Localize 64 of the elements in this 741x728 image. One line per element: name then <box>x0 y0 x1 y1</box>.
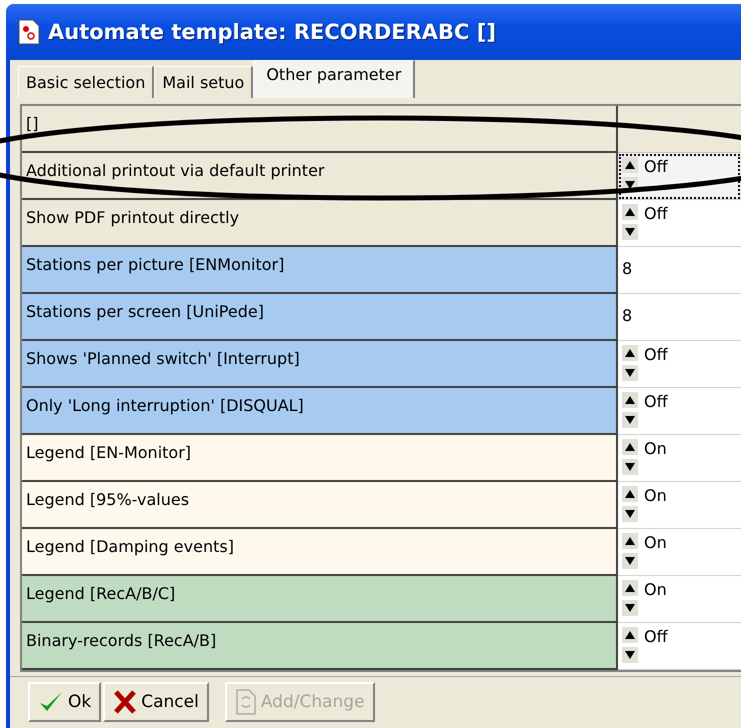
spin-down-button[interactable] <box>622 224 638 240</box>
up-triangle-icon <box>625 208 635 216</box>
spin-down-button[interactable] <box>622 412 638 428</box>
value-text: Off <box>644 627 668 646</box>
up-triangle-icon <box>625 396 635 404</box>
parameter-label: Shows 'Planned switch' [Interrupt] <box>22 341 618 388</box>
up-triangle-icon <box>625 443 635 451</box>
spin-up-button[interactable] <box>622 157 638 173</box>
spin-up-button[interactable] <box>622 627 638 643</box>
spin-up-button[interactable] <box>622 392 638 408</box>
up-triangle-icon <box>625 631 635 639</box>
down-triangle-icon <box>625 228 635 236</box>
value-text: Off <box>644 345 668 364</box>
spin-up-button[interactable] <box>622 439 638 455</box>
value-text: Off <box>644 204 668 223</box>
down-triangle-icon <box>625 181 635 189</box>
spin-up-button[interactable] <box>622 533 638 549</box>
parameter-label: Binary-records [RecA/B] <box>22 623 618 670</box>
down-triangle-icon <box>625 604 635 612</box>
parameter-label: Legend [Damping events] <box>22 529 618 576</box>
tab[interactable]: Other parameter <box>253 60 416 98</box>
value-text: Off <box>644 392 668 411</box>
up-triangle-icon <box>625 584 635 592</box>
spin-down-button[interactable] <box>622 459 638 475</box>
value-text: On <box>644 533 667 552</box>
spin-down-button[interactable] <box>622 647 638 663</box>
up-triangle-icon <box>625 161 635 169</box>
parameter-label: Show PDF printout directly <box>22 200 618 247</box>
close-icon <box>113 689 138 715</box>
value-text: On <box>644 486 667 505</box>
value-text: On <box>644 439 667 458</box>
refresh-document-icon <box>234 688 257 716</box>
up-triangle-icon <box>625 537 635 545</box>
spin-down-button[interactable] <box>622 506 638 522</box>
down-triangle-icon <box>625 369 635 377</box>
down-triangle-icon <box>625 557 635 565</box>
parameter-label: Legend [EN-Monitor] <box>22 435 618 482</box>
parameter-label: Legend [95%-values <box>22 482 618 529</box>
down-triangle-icon <box>625 463 635 471</box>
window-title: Automate template: RECORDERABC [] <box>48 20 496 44</box>
cancel-button[interactable]: Cancel <box>103 682 209 722</box>
spin-down-button[interactable] <box>622 365 638 381</box>
spin-up-button[interactable] <box>622 580 638 596</box>
tab[interactable]: Basic selection <box>18 66 154 98</box>
app-icon <box>18 19 40 45</box>
spin-up-button[interactable] <box>622 204 638 220</box>
up-triangle-icon <box>625 349 635 357</box>
tab[interactable]: Mail setuo <box>154 66 254 98</box>
parameter-label: Additional printout via default printer <box>22 153 618 200</box>
parameter-label: Only 'Long interruption' [DISQUAL] <box>22 388 618 435</box>
value-text: Off <box>644 157 668 176</box>
spin-up-button[interactable] <box>622 345 638 361</box>
spin-down-button[interactable] <box>622 553 638 569</box>
down-triangle-icon <box>625 510 635 518</box>
parameter-label: Stations per screen [UniPede] <box>22 294 618 341</box>
value-text: On <box>644 580 667 599</box>
parameter-label: Legend [RecA/B/C] <box>22 576 618 623</box>
ok-button[interactable]: Ok <box>28 682 102 722</box>
parameter-label: Stations per picture [ENMonitor] <box>22 247 618 294</box>
spin-down-button[interactable] <box>622 600 638 616</box>
down-triangle-icon <box>625 651 635 659</box>
down-triangle-icon <box>625 416 635 424</box>
spin-up-button[interactable] <box>622 486 638 502</box>
up-triangle-icon <box>625 490 635 498</box>
